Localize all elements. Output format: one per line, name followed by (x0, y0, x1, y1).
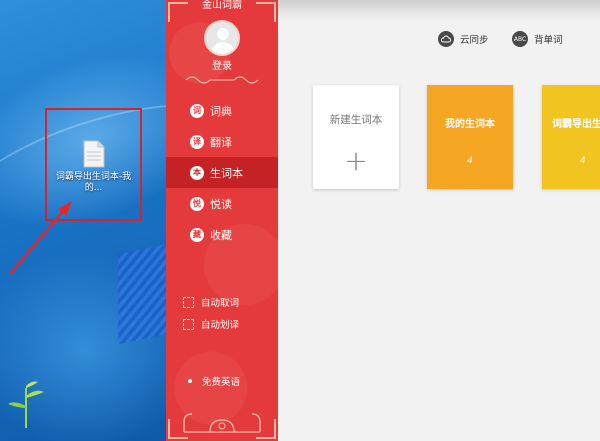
sidebar-item-label: 翻译 (210, 135, 232, 149)
title-bar-shadow (278, 0, 600, 20)
reading-icon: 悦 (190, 196, 204, 211)
avatar-head (217, 28, 229, 40)
wordbook-title: 我的生词本 (445, 119, 495, 130)
cloud-sync-button[interactable]: 云同步 (438, 31, 489, 47)
wordbook-title: 词霸导出生 (552, 119, 600, 130)
favorites-icon: 藏 (190, 227, 204, 242)
wordbook-card-exported[interactable]: 词霸导出生 4 (542, 85, 600, 189)
new-wordbook-title: 新建生词本 (329, 114, 383, 126)
dictionary-icon: 词 (190, 103, 204, 118)
option-label: 自动取词 (201, 298, 240, 309)
annotation-arrow (9, 201, 72, 275)
sidebar-item-translate[interactable]: 译 翻译 (166, 126, 278, 157)
login-link[interactable]: 登录 (166, 61, 278, 73)
sidebar-item-label: 词典 (210, 104, 232, 118)
sidebar-item-dictionary[interactable]: 词 词典 (166, 95, 278, 126)
avatar[interactable] (204, 20, 240, 56)
cloud-ornament (185, 76, 259, 84)
free-english-link[interactable]: 免费英语 (188, 374, 240, 388)
sidebar-nav: 词 词典 译 翻译 本 生词本 悦 悦读 藏 收藏 (166, 95, 278, 250)
auto-lookup-toggle[interactable]: 自动取词 (183, 295, 239, 309)
translate-icon: 译 (190, 134, 204, 149)
sidebar: 金山词霸 登录 词 词典 译 翻译 本 生词本 悦 悦读 藏 收藏 自动取词 自… (166, 0, 278, 441)
windows-logo-fragment (118, 241, 168, 345)
app-title: 金山词霸 (202, 0, 242, 11)
footer-link-label: 免费英语 (202, 377, 241, 388)
main-content: 云同步 ABC 背单词 新建生词本 + 我的生词本 4 词霸导出生 4 (278, 0, 600, 441)
checkbox-icon (183, 318, 194, 330)
sidebar-item-label: 生词本 (210, 166, 243, 180)
option-label: 自动划译 (201, 320, 240, 331)
bamboo-decoration (8, 381, 44, 428)
recite-words-label: 背单词 (534, 35, 563, 46)
plus-icon: + (344, 144, 368, 177)
sidebar-item-label: 收藏 (210, 228, 232, 242)
new-wordbook-card[interactable]: 新建生词本 + (313, 85, 399, 189)
recite-words-button[interactable]: ABC 背单词 (512, 31, 563, 47)
wordbook-count: 4 (467, 156, 473, 166)
sidebar-item-reading[interactable]: 悦 悦读 (166, 188, 278, 219)
auto-translate-toggle[interactable]: 自动划译 (183, 317, 239, 331)
bullet-icon (188, 379, 192, 383)
avatar-body (211, 42, 235, 54)
cloud-sync-label: 云同步 (460, 35, 489, 46)
abc-icon: ABC (512, 31, 528, 47)
sidebar-item-wordbook[interactable]: 本 生词本 (166, 157, 278, 188)
document-icon (83, 140, 104, 168)
bottom-ornament (183, 413, 261, 433)
wordbook-icon: 本 (190, 165, 204, 180)
checkbox-icon (183, 296, 194, 308)
wordbook-card-mine[interactable]: 我的生词本 4 (427, 85, 513, 189)
desktop-background: 词霸导出生词本-我的... (0, 0, 168, 441)
sidebar-item-label: 悦读 (210, 197, 232, 211)
wordbook-count: 4 (580, 156, 586, 166)
cloud-icon (438, 31, 454, 47)
sidebar-item-favorites[interactable]: 藏 收藏 (166, 219, 278, 250)
